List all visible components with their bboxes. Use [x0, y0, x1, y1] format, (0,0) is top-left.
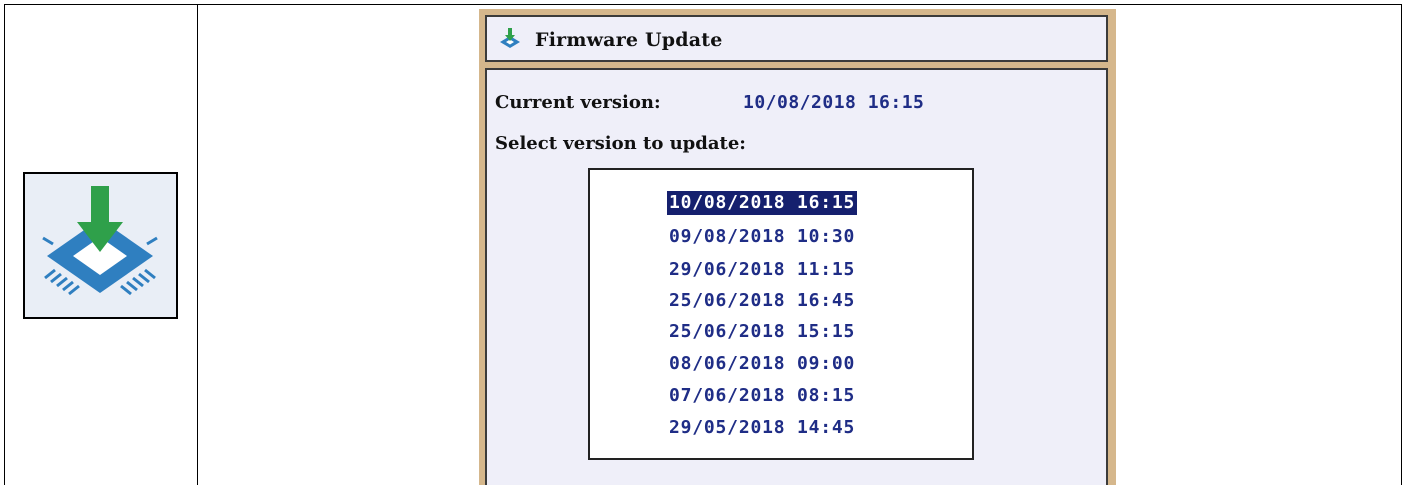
version-listbox[interactable]: 10/08/2018 16:15 09/08/2018 10:30 29/06/…	[588, 168, 974, 460]
firmware-download-chip-icon	[500, 28, 520, 48]
version-list-item[interactable]: 29/05/2018 14:45	[667, 416, 857, 440]
device-screen: Firmware Update Current version: 10/08/2…	[479, 9, 1116, 485]
table-column-divider	[197, 4, 198, 485]
select-version-label: Select version to update:	[495, 133, 746, 154]
current-version-label: Current version:	[495, 92, 661, 113]
version-list-item[interactable]: 08/06/2018 09:00	[667, 352, 857, 376]
version-list-item[interactable]: 07/06/2018 08:15	[667, 384, 857, 408]
version-list-item[interactable]: 25/06/2018 15:15	[667, 320, 857, 344]
firmware-download-chip-icon	[42, 186, 158, 296]
dialog-panel: Current version: 10/08/2018 16:15 Select…	[485, 68, 1108, 485]
version-list-item[interactable]: 10/08/2018 16:15	[667, 191, 858, 215]
version-list-item[interactable]: 25/06/2018 16:45	[667, 289, 857, 313]
firmware-icon-box	[23, 172, 178, 319]
version-list-item[interactable]: 29/06/2018 11:15	[667, 258, 857, 282]
dialog-title: Firmware Update	[535, 29, 723, 51]
version-list-item[interactable]: 09/08/2018 10:30	[667, 225, 857, 249]
current-version-value: 10/08/2018 16:15	[743, 92, 925, 113]
dialog-title-bar: Firmware Update	[485, 15, 1108, 62]
